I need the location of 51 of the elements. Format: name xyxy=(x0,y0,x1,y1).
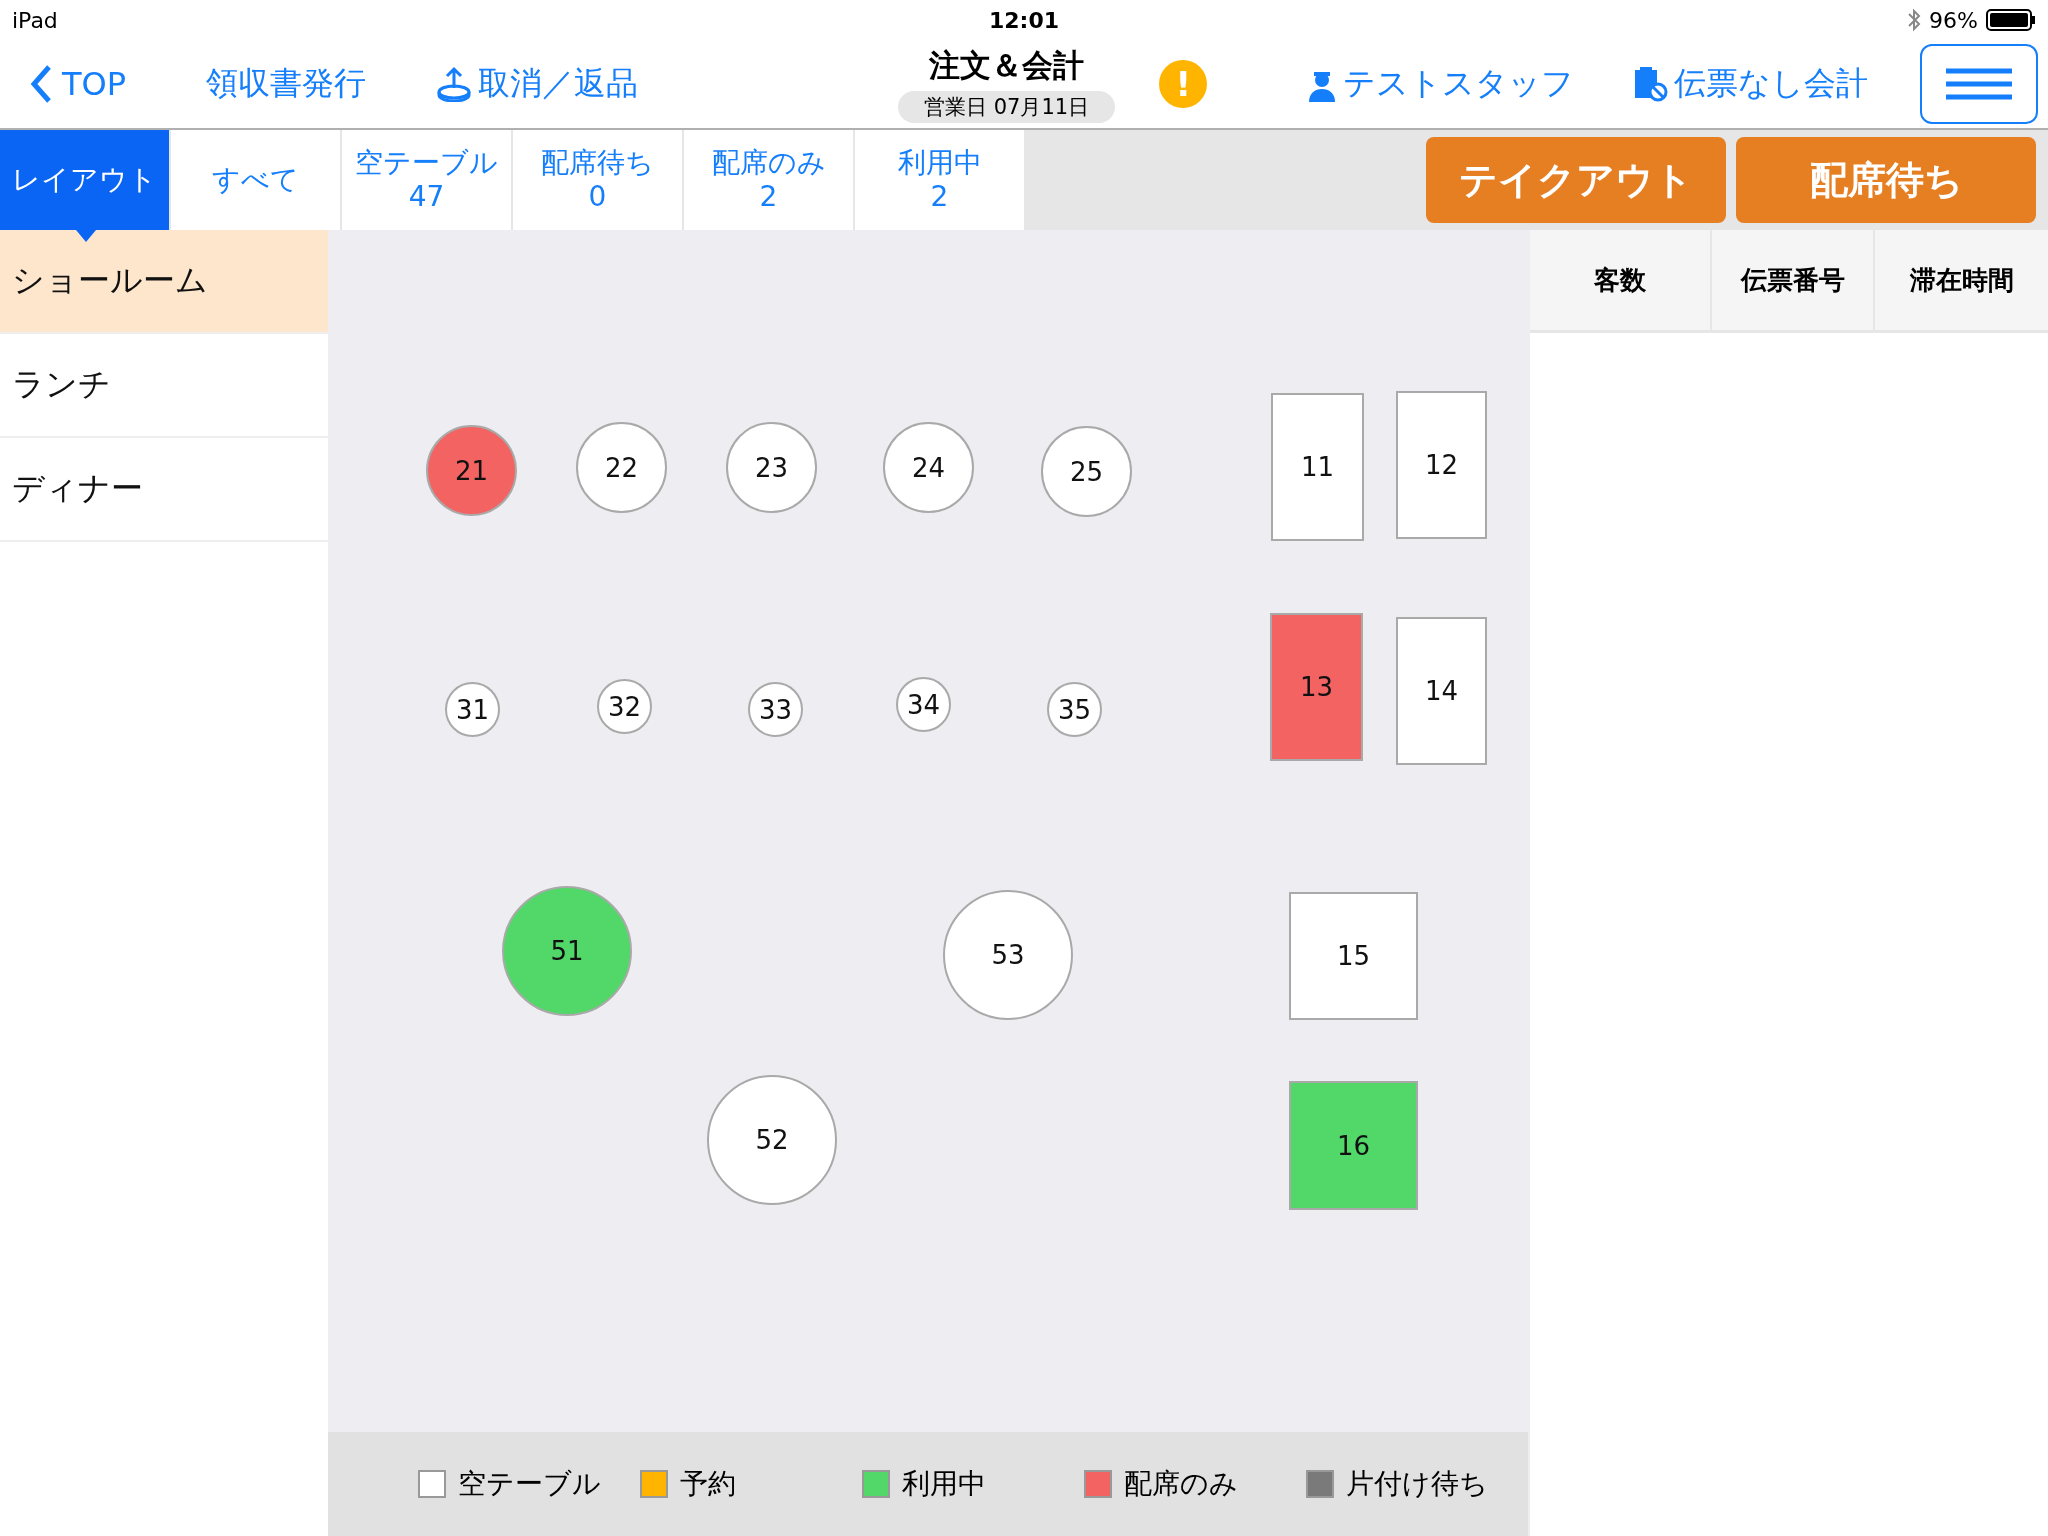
column-header: 客数 xyxy=(1530,230,1712,330)
table-marker[interactable]: 24 xyxy=(883,422,974,513)
table-marker[interactable]: 25 xyxy=(1041,426,1132,517)
menu-button[interactable] xyxy=(1920,44,2038,124)
legend-label: 空テーブル xyxy=(458,1466,601,1502)
filter-tab[interactable]: 配席待ち 0 xyxy=(513,130,684,230)
legend-label: 片付け待ち xyxy=(1346,1466,1488,1502)
table-marker[interactable]: 35 xyxy=(1047,682,1102,737)
table-marker[interactable]: 33 xyxy=(748,682,803,737)
staff-button[interactable]: テストスタッフ xyxy=(1307,62,1575,106)
legend-label: 利用中 xyxy=(902,1466,986,1502)
table-marker[interactable]: 14 xyxy=(1396,617,1487,765)
column-header: 滞在時間 xyxy=(1908,263,2015,297)
clipboard-prohibited-icon xyxy=(1634,66,1669,102)
filter-tab[interactable]: 空テーブル 47 xyxy=(342,130,513,230)
table-marker[interactable]: 15 xyxy=(1289,892,1418,1020)
filter-tab[interactable]: すべて xyxy=(171,130,342,230)
column-header: 伝票番号 xyxy=(1712,230,1875,330)
back-button[interactable]: TOP xyxy=(30,64,127,104)
table-marker[interactable]: 12 xyxy=(1396,391,1487,539)
table-marker[interactable]: 34 xyxy=(896,677,951,732)
filter-tab[interactable]: 配席のみ 2 xyxy=(684,130,855,230)
upload-tray-icon xyxy=(436,66,473,102)
table-marker[interactable]: 16 xyxy=(1289,1081,1418,1210)
table-marker[interactable]: 32 xyxy=(597,679,652,734)
device-name: iPad xyxy=(12,7,58,33)
room-item[interactable]: ショールーム xyxy=(0,230,328,334)
table-marker[interactable]: 53 xyxy=(943,890,1073,1020)
clock: 12:01 xyxy=(988,7,1060,33)
pointer-icon xyxy=(76,230,96,242)
bluetooth-icon xyxy=(1907,8,1922,32)
table-marker[interactable]: 22 xyxy=(576,422,667,513)
table-marker[interactable]: 11 xyxy=(1271,393,1364,541)
table-marker[interactable]: 52 xyxy=(707,1075,837,1205)
legend-label: 予約 xyxy=(680,1466,736,1502)
filter-tab[interactable]: 利用中 2 xyxy=(855,130,1026,230)
table-marker[interactable]: 31 xyxy=(445,682,500,737)
screen-title: 注文＆会計 xyxy=(929,46,1085,85)
receipt-button[interactable]: 領収書発行 xyxy=(206,62,367,106)
chevron-left-icon xyxy=(30,64,52,104)
table-marker[interactable]: 21 xyxy=(426,425,517,516)
table-marker[interactable]: 23 xyxy=(726,422,817,513)
menu-icon xyxy=(1946,68,2012,100)
table-marker[interactable]: 51 xyxy=(502,886,632,1016)
no-slip-checkout-button[interactable]: 伝票なし会計 xyxy=(1634,62,1869,106)
cancel-return-button[interactable]: 取消／返品 xyxy=(436,62,639,106)
table-marker[interactable]: 13 xyxy=(1270,613,1363,761)
business-date-badge: 営業日 07月11日 xyxy=(898,91,1116,123)
battery-icon xyxy=(1986,9,2036,31)
legend-label: 配席のみ xyxy=(1124,1466,1238,1502)
battery-percentage: 96% xyxy=(1929,7,1978,33)
